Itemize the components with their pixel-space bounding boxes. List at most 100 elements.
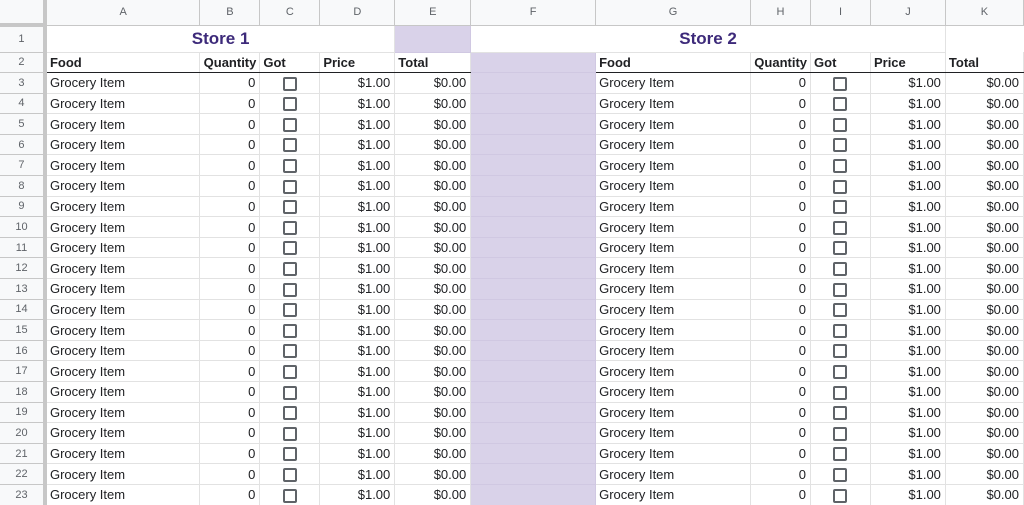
total-cell[interactable]: $0.00 (394, 443, 472, 465)
separator-cell[interactable] (470, 463, 597, 485)
quantity-cell[interactable]: 0 (199, 340, 261, 362)
got-cell[interactable] (259, 175, 321, 197)
separator-cell[interactable] (470, 93, 597, 115)
quantity-cell[interactable]: 0 (750, 196, 812, 218)
price-cell[interactable]: $1.00 (870, 360, 946, 382)
separator-cell[interactable] (470, 299, 597, 321)
row-header[interactable]: 5 (0, 113, 47, 135)
food-cell[interactable]: Grocery Item (44, 360, 201, 382)
food-cell[interactable]: Grocery Item (595, 93, 752, 115)
quantity-cell[interactable]: 0 (199, 72, 261, 94)
quantity-cell[interactable]: 0 (750, 381, 812, 403)
total-cell[interactable]: $0.00 (394, 196, 472, 218)
store-1-food-header[interactable]: Food (44, 52, 201, 74)
price-cell[interactable]: $1.00 (319, 299, 396, 321)
row-header[interactable]: 21 (0, 443, 47, 465)
price-cell[interactable]: $1.00 (870, 237, 946, 259)
total-cell[interactable]: $0.00 (945, 72, 1024, 94)
quantity-cell[interactable]: 0 (750, 154, 812, 177)
got-checkbox[interactable] (833, 385, 848, 400)
got-checkbox[interactable] (833, 426, 848, 441)
store-2-total-header[interactable]: Total (945, 52, 1024, 74)
got-cell[interactable] (259, 443, 321, 465)
row-header[interactable]: 7 (0, 154, 47, 177)
got-cell[interactable] (810, 113, 871, 135)
food-cell[interactable]: Grocery Item (44, 93, 201, 115)
food-cell[interactable]: Grocery Item (44, 257, 201, 280)
got-cell[interactable] (259, 381, 321, 403)
food-cell[interactable]: Grocery Item (44, 299, 201, 321)
quantity-cell[interactable]: 0 (199, 175, 261, 197)
total-cell[interactable]: $0.00 (945, 134, 1024, 156)
food-cell[interactable]: Grocery Item (595, 237, 752, 259)
got-cell[interactable] (259, 154, 321, 177)
got-cell[interactable] (810, 216, 871, 238)
total-cell[interactable]: $0.00 (945, 257, 1024, 280)
got-checkbox[interactable] (282, 220, 297, 235)
food-cell[interactable]: Grocery Item (595, 113, 752, 135)
column-header-a[interactable]: A (44, 0, 201, 26)
got-checkbox[interactable] (282, 179, 297, 194)
price-cell[interactable]: $1.00 (870, 299, 946, 321)
total-cell[interactable]: $0.00 (394, 484, 472, 505)
total-cell[interactable]: $0.00 (945, 237, 1024, 259)
separator-cell[interactable] (470, 443, 597, 465)
quantity-cell[interactable]: 0 (199, 402, 261, 424)
got-checkbox[interactable] (282, 117, 297, 132)
total-cell[interactable]: $0.00 (394, 93, 472, 115)
store-1-got-header[interactable]: Got (259, 52, 321, 74)
price-cell[interactable]: $1.00 (319, 443, 396, 465)
price-cell[interactable]: $1.00 (319, 484, 396, 505)
separator-cell[interactable] (470, 237, 597, 259)
quantity-cell[interactable]: 0 (750, 113, 812, 135)
food-cell[interactable]: Grocery Item (44, 422, 201, 444)
got-cell[interactable] (810, 360, 871, 382)
got-cell[interactable] (810, 72, 871, 94)
price-cell[interactable]: $1.00 (870, 257, 946, 280)
quantity-cell[interactable]: 0 (750, 463, 812, 485)
store-1-quantity-header[interactable]: Quantity (199, 52, 261, 74)
food-cell[interactable]: Grocery Item (44, 237, 201, 259)
price-cell[interactable]: $1.00 (319, 154, 396, 177)
total-cell[interactable]: $0.00 (394, 402, 472, 424)
quantity-cell[interactable]: 0 (750, 72, 812, 94)
separator-cell[interactable] (470, 134, 597, 156)
total-cell[interactable]: $0.00 (945, 319, 1024, 341)
quantity-cell[interactable]: 0 (199, 443, 261, 465)
got-checkbox[interactable] (833, 323, 848, 338)
store-2-quantity-header[interactable]: Quantity (750, 52, 812, 74)
quantity-cell[interactable]: 0 (199, 93, 261, 115)
quantity-cell[interactable]: 0 (750, 237, 812, 259)
got-cell[interactable] (810, 257, 871, 280)
row-header[interactable]: 20 (0, 422, 47, 444)
price-cell[interactable]: $1.00 (319, 113, 396, 135)
store-1-title[interactable]: Store 1 (44, 25, 396, 53)
total-cell[interactable]: $0.00 (394, 299, 472, 321)
food-cell[interactable]: Grocery Item (595, 402, 752, 424)
total-cell[interactable]: $0.00 (945, 422, 1024, 444)
quantity-cell[interactable]: 0 (750, 340, 812, 362)
price-cell[interactable]: $1.00 (870, 175, 946, 197)
price-cell[interactable]: $1.00 (870, 422, 946, 444)
food-cell[interactable]: Grocery Item (595, 463, 752, 485)
price-cell[interactable]: $1.00 (870, 381, 946, 403)
separator-cell[interactable] (470, 257, 597, 280)
row-header[interactable]: 9 (0, 196, 47, 218)
food-cell[interactable]: Grocery Item (595, 299, 752, 321)
price-cell[interactable]: $1.00 (870, 463, 946, 485)
row-header[interactable]: 3 (0, 72, 47, 94)
quantity-cell[interactable]: 0 (199, 463, 261, 485)
quantity-cell[interactable]: 0 (199, 113, 261, 135)
row-header[interactable]: 23 (0, 484, 47, 505)
column-header-d[interactable]: D (319, 0, 396, 26)
row-header[interactable]: 13 (0, 278, 47, 300)
food-cell[interactable]: Grocery Item (595, 340, 752, 362)
got-cell[interactable] (259, 72, 321, 94)
price-cell[interactable]: $1.00 (319, 216, 396, 238)
price-cell[interactable]: $1.00 (319, 402, 396, 424)
got-cell[interactable] (810, 237, 871, 259)
total-cell[interactable]: $0.00 (394, 257, 472, 280)
quantity-cell[interactable]: 0 (750, 134, 812, 156)
total-cell[interactable]: $0.00 (394, 422, 472, 444)
food-cell[interactable]: Grocery Item (595, 154, 752, 177)
